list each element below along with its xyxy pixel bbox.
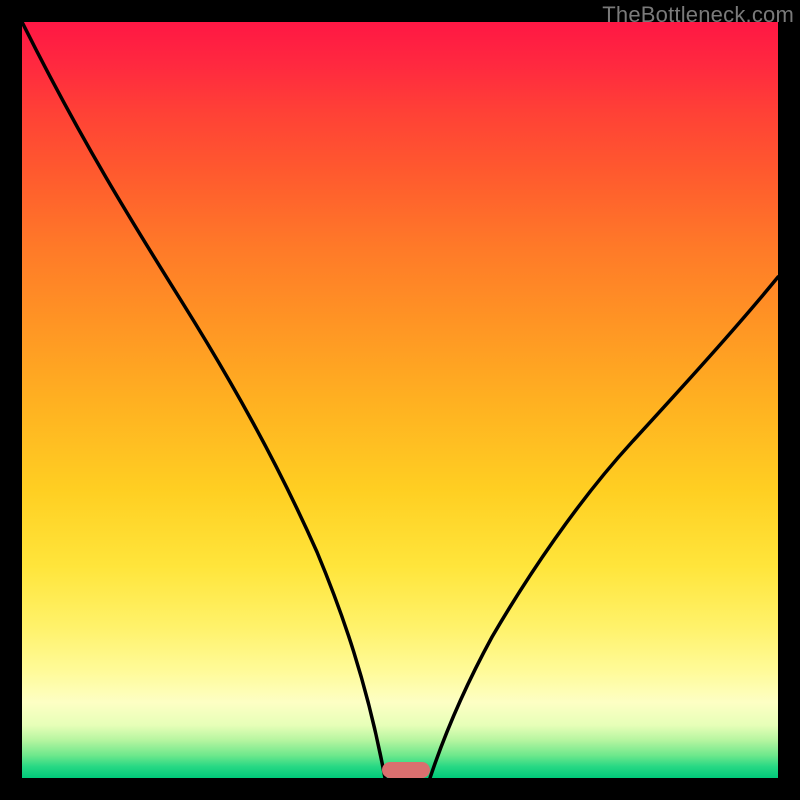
chart-plot-area — [22, 22, 778, 778]
curve-right — [430, 277, 778, 778]
chart-svg — [22, 22, 778, 778]
curve-left — [22, 22, 385, 778]
watermark-text: TheBottleneck.com — [602, 2, 794, 28]
minimum-marker — [382, 762, 430, 778]
chart-frame: TheBottleneck.com — [0, 0, 800, 800]
